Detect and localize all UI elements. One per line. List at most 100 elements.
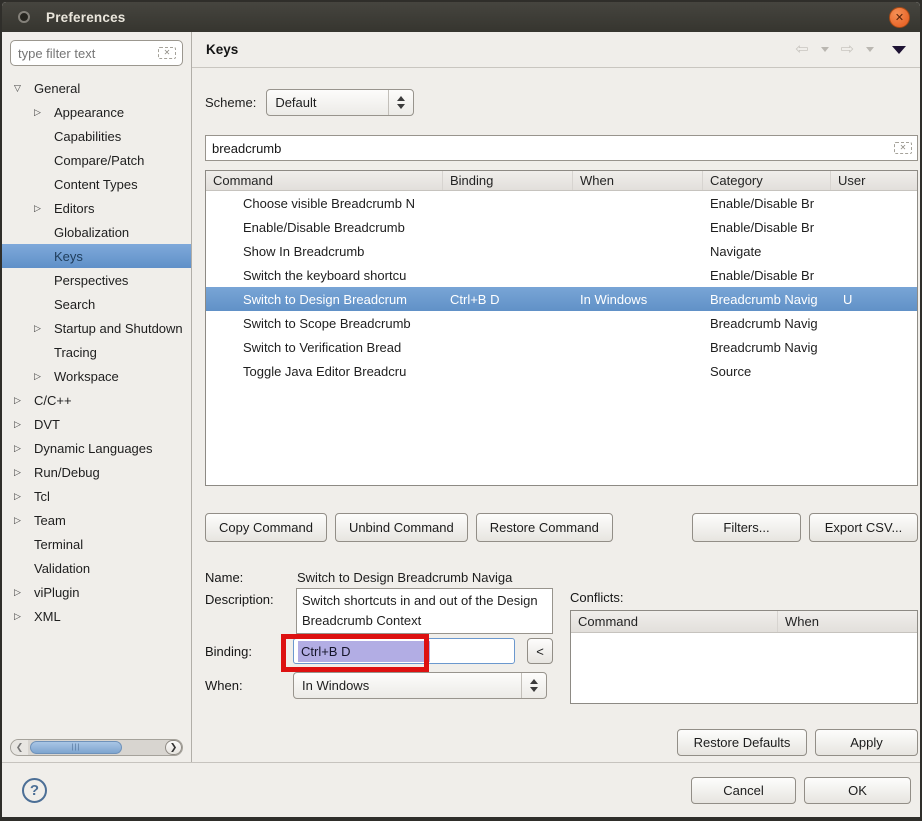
sidebar-item-appearance[interactable]: ▷Appearance (2, 100, 191, 124)
view-menu-icon[interactable] (892, 46, 906, 54)
expand-icon[interactable]: ▷ (14, 515, 34, 526)
expand-icon[interactable]: ▷ (14, 443, 34, 454)
table-row-choose-visible-breadcrumb-n[interactable]: Choose visible Breadcrumb NEnable/Disabl… (206, 191, 917, 215)
sidebar-item-general[interactable]: ▽General (2, 76, 191, 100)
collapse-icon[interactable]: ▽ (14, 83, 34, 94)
cell-category: Enable/Disable Br (703, 196, 831, 211)
help-icon[interactable]: ? (22, 778, 47, 803)
column-header-user[interactable]: User (831, 171, 917, 190)
column-header-command[interactable]: Command (206, 171, 443, 190)
ok-button[interactable]: OK (804, 777, 911, 804)
sidebar-item-startup-and-shutdown[interactable]: ▷Startup and Shutdown (2, 316, 191, 340)
expand-icon[interactable]: ▷ (34, 323, 54, 334)
cell-binding: Ctrl+B D (443, 292, 573, 307)
table-row-enable-disable-breadcrumb[interactable]: Enable/Disable BreadcrumbEnable/Disable … (206, 215, 917, 239)
restore-defaults-button[interactable]: Restore Defaults (677, 729, 807, 756)
table-row-switch-the-keyboard-shortcu[interactable]: Switch the keyboard shortcuEnable/Disabl… (206, 263, 917, 287)
sidebar-item-viplugin[interactable]: ▷viPlugin (2, 580, 191, 604)
sidebar-item-dvt[interactable]: ▷DVT (2, 412, 191, 436)
sidebar-item-label: Editors (54, 201, 94, 216)
scheme-select[interactable]: Default (266, 89, 414, 116)
key-capture-button[interactable]: < (527, 638, 553, 664)
binding-input[interactable]: Ctrl+B D (293, 638, 515, 664)
sidebar-item-tcl[interactable]: ▷Tcl (2, 484, 191, 508)
sidebar-item-c-c[interactable]: ▷C/C++ (2, 388, 191, 412)
back-history-chevron-icon[interactable] (821, 47, 829, 52)
sidebar-item-compare-patch[interactable]: Compare/Patch (2, 148, 191, 172)
sidebar-item-label: Team (34, 513, 66, 528)
conflicts-table: CommandWhen (570, 610, 918, 704)
restore-command-button[interactable]: Restore Command (476, 513, 613, 542)
conflicts-column-header-command[interactable]: Command (571, 611, 778, 632)
sidebar-item-team[interactable]: ▷Team (2, 508, 191, 532)
sidebar-item-globalization[interactable]: Globalization (2, 220, 191, 244)
clear-search-icon[interactable]: ✕ (894, 142, 912, 154)
description-box: Switch shortcuts in and out of the Desig… (296, 588, 553, 634)
column-header-when[interactable]: When (573, 171, 703, 190)
sidebar-item-workspace[interactable]: ▷Workspace (2, 364, 191, 388)
cell-category: Breadcrumb Navig (703, 340, 831, 355)
table-row-show-in-breadcrumb[interactable]: Show In Breadcrumb Navigate (206, 239, 917, 263)
cell-command: Switch to Scope Breadcrumb (206, 316, 443, 331)
table-row-switch-to-verification-bread[interactable]: Switch to Verification BreadBreadcrumb N… (206, 335, 917, 359)
expand-icon[interactable]: ▷ (34, 371, 54, 382)
expand-icon[interactable]: ▷ (14, 467, 34, 478)
forward-icon[interactable]: ⇨ (841, 42, 854, 58)
cell-command: Show In Breadcrumb (206, 244, 443, 259)
export-csv-button[interactable]: Export CSV... (809, 513, 918, 542)
cell-category: Enable/Disable Br (703, 268, 831, 283)
table-row-switch-to-scope-breadcrumb[interactable]: Switch to Scope BreadcrumbBreadcrumb Nav… (206, 311, 917, 335)
sidebar-item-label: XML (34, 609, 61, 624)
sidebar-item-dynamic-languages[interactable]: ▷Dynamic Languages (2, 436, 191, 460)
scroll-right-icon[interactable]: ❯ (165, 740, 182, 755)
expand-icon[interactable]: ▷ (14, 611, 34, 622)
sidebar-item-capabilities[interactable]: Capabilities (2, 124, 191, 148)
forward-history-chevron-icon[interactable] (866, 47, 874, 52)
expand-icon[interactable]: ▷ (14, 395, 34, 406)
clear-filter-icon[interactable]: ✕ (158, 47, 176, 59)
sidebar-item-run-debug[interactable]: ▷Run/Debug (2, 460, 191, 484)
expand-icon[interactable]: ▷ (14, 491, 34, 502)
table-row-toggle-java-editor-breadcru[interactable]: Toggle Java Editor BreadcruSource (206, 359, 917, 383)
sidebar-item-content-types[interactable]: Content Types (2, 172, 191, 196)
cancel-button[interactable]: Cancel (691, 777, 796, 804)
apply-button[interactable]: Apply (815, 729, 918, 756)
sidebar-item-label: Compare/Patch (54, 153, 144, 168)
when-select[interactable]: In Windows (293, 672, 547, 699)
back-icon[interactable]: ⇦ (795, 42, 808, 58)
window-menu-icon[interactable] (18, 11, 30, 23)
column-header-category[interactable]: Category (703, 171, 831, 190)
key-bindings-table[interactable]: CommandBindingWhenCategoryUser Choose vi… (205, 170, 918, 486)
scroll-left-icon[interactable]: ❮ (11, 740, 28, 755)
conflicts-column-header-when[interactable]: When (778, 611, 917, 632)
command-search-input[interactable] (205, 135, 918, 161)
sidebar-item-label: Dynamic Languages (34, 441, 153, 456)
sidebar-item-xml[interactable]: ▷XML (2, 604, 191, 628)
sidebar-item-validation[interactable]: Validation (2, 556, 191, 580)
expand-icon[interactable]: ▷ (14, 419, 34, 430)
copy-command-button[interactable]: Copy Command (205, 513, 327, 542)
expand-icon[interactable]: ▷ (14, 587, 34, 598)
scrollbar-thumb[interactable]: ||| (30, 741, 122, 754)
sidebar-item-label: Tcl (34, 489, 50, 504)
binding-value-selected: Ctrl+B D (298, 641, 430, 662)
expand-icon[interactable]: ▷ (34, 203, 54, 214)
expand-icon[interactable]: ▷ (34, 107, 54, 118)
sidebar-horizontal-scrollbar[interactable]: ❮ ||| ❯ (10, 739, 183, 756)
unbind-command-button[interactable]: Unbind Command (335, 513, 468, 542)
sidebar-item-perspectives[interactable]: Perspectives (2, 268, 191, 292)
sidebar-item-tracing[interactable]: Tracing (2, 340, 191, 364)
sidebar-item-search[interactable]: Search (2, 292, 191, 316)
page-header: Keys ⇦ ⇨ (192, 32, 920, 68)
page-toolbar: ⇦ ⇨ (795, 42, 906, 58)
table-row-switch-to-design-breadcrum[interactable]: Switch to Design BreadcrumCtrl+B DIn Win… (206, 287, 917, 311)
when-label: When: (205, 678, 243, 693)
cell-category: Navigate (703, 244, 831, 259)
sidebar-item-editors[interactable]: ▷Editors (2, 196, 191, 220)
sidebar-item-keys[interactable]: Keys (2, 244, 191, 268)
column-header-binding[interactable]: Binding (443, 171, 573, 190)
close-icon[interactable]: ✕ (889, 7, 910, 28)
filters-button[interactable]: Filters... (692, 513, 801, 542)
sidebar-item-label: Terminal (34, 537, 83, 552)
sidebar-item-terminal[interactable]: Terminal (2, 532, 191, 556)
